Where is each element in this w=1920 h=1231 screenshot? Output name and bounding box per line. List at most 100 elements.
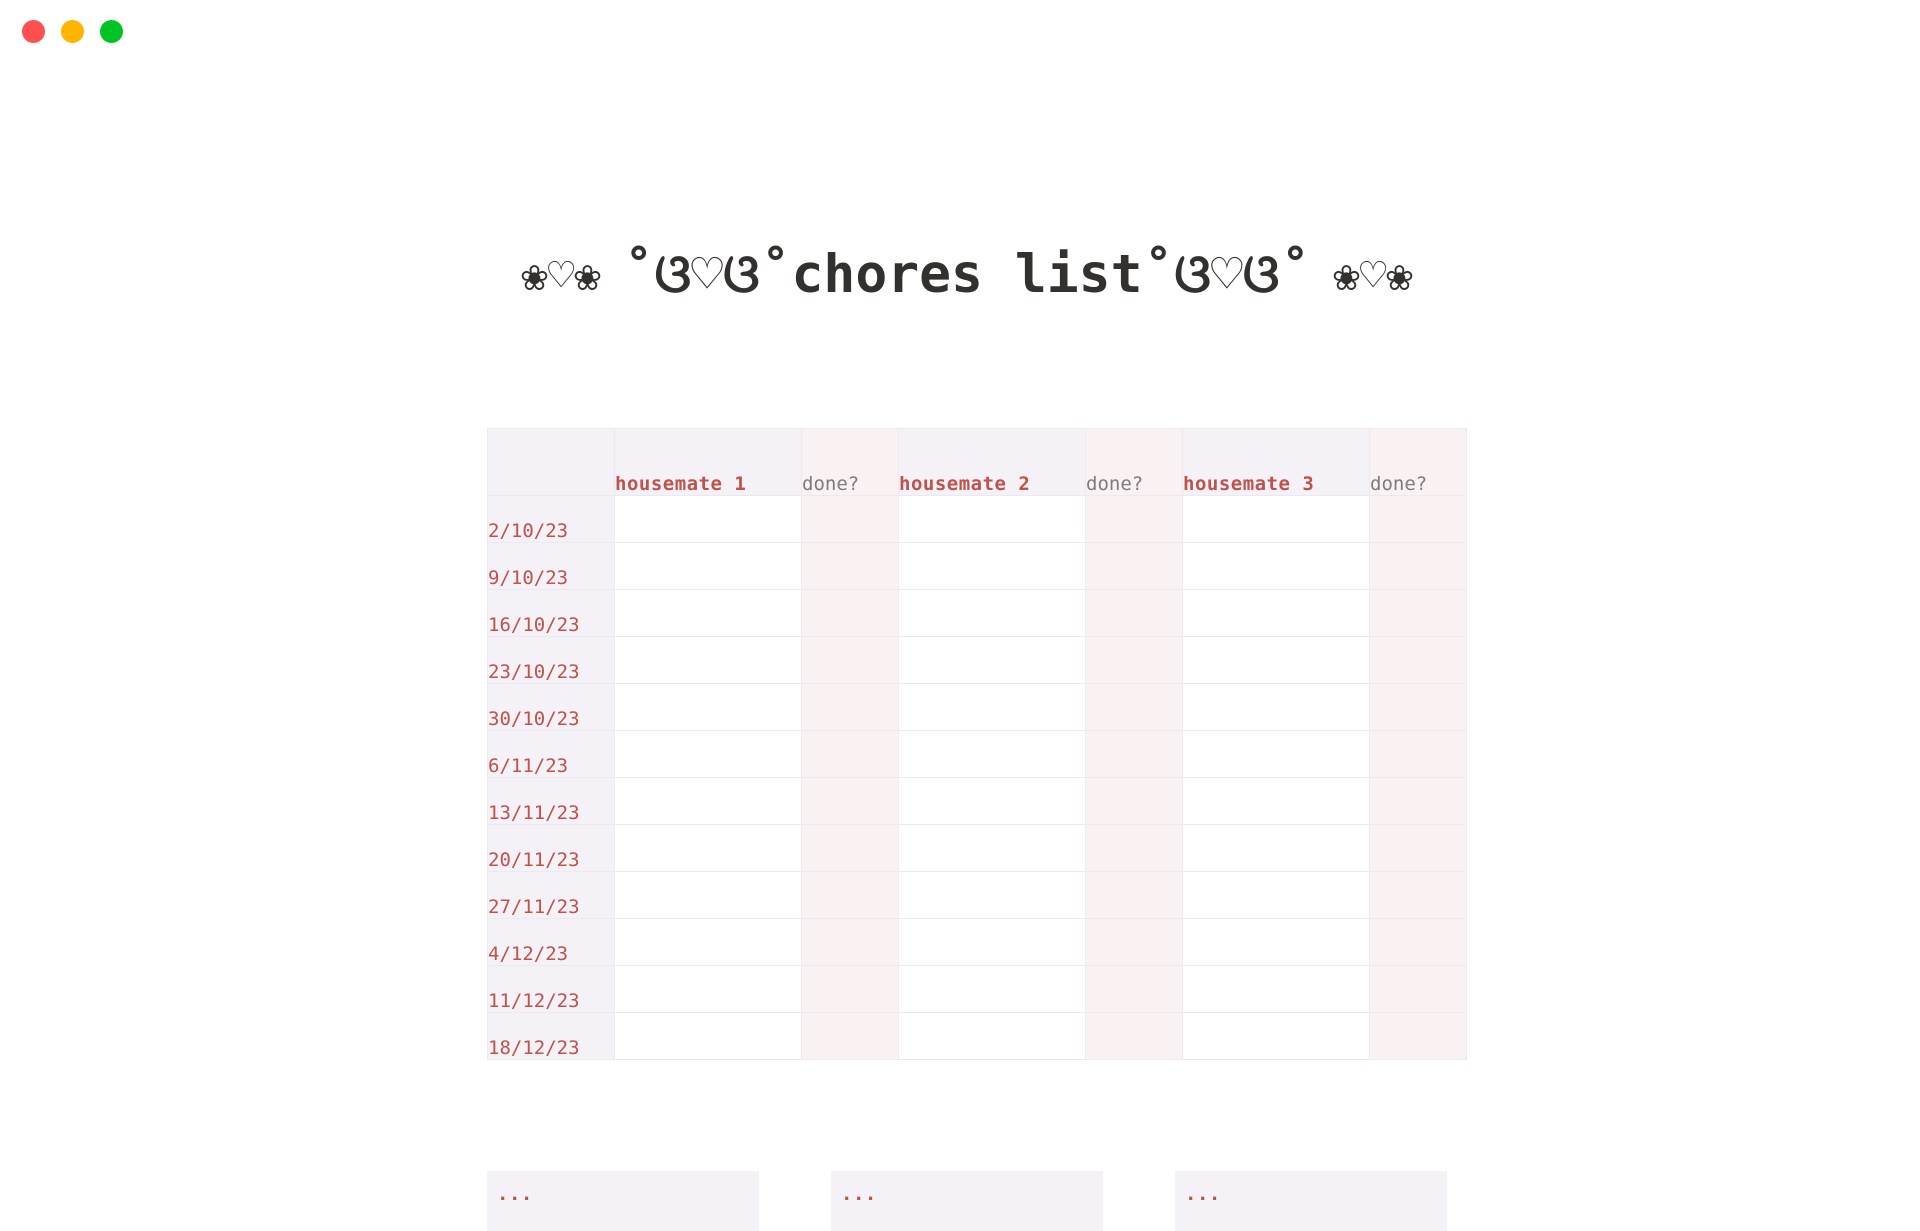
chore-cell-house-2[interactable] xyxy=(898,636,1086,684)
chore-cell-house-3[interactable] xyxy=(1182,965,1370,1013)
done-cell-house-2[interactable] xyxy=(1085,683,1183,731)
done-cell-house-2[interactable] xyxy=(1085,871,1183,919)
chore-cell-house-2[interactable] xyxy=(898,730,1086,778)
done-cell-house-2[interactable] xyxy=(1085,824,1183,872)
done-cell-house-2[interactable] xyxy=(1085,542,1183,590)
done-cell-house-3[interactable] xyxy=(1369,1012,1467,1060)
done-cell-house-1[interactable] xyxy=(801,542,899,590)
chore-cell-house-1[interactable] xyxy=(614,636,802,684)
chore-cell-house-3[interactable] xyxy=(1182,589,1370,637)
done-cell-house-1[interactable] xyxy=(801,683,899,731)
chore-cell-house-1[interactable] xyxy=(614,918,802,966)
chore-cell-house-1[interactable] xyxy=(614,965,802,1013)
chore-cell-house-1[interactable] xyxy=(614,589,802,637)
chore-cell-house-3[interactable] xyxy=(1182,777,1370,825)
done-cell-house-2[interactable] xyxy=(1085,589,1183,637)
done-cell-house-3[interactable] xyxy=(1369,636,1467,684)
chore-cell-house-1[interactable] xyxy=(614,495,802,543)
table-row: 2/10/23 xyxy=(487,495,1467,543)
done-cell-house-2[interactable] xyxy=(1085,1012,1183,1060)
table-row: 16/10/23 xyxy=(487,589,1467,637)
done-cell-house-3[interactable] xyxy=(1369,777,1467,825)
note-box-1-title: ... xyxy=(497,1183,533,1205)
chore-cell-house-2[interactable] xyxy=(898,1012,1086,1060)
done-cell-house-1[interactable] xyxy=(801,965,899,1013)
table-row: 6/11/23 xyxy=(487,730,1467,778)
chore-cell-house-3[interactable] xyxy=(1182,918,1370,966)
row-date-cell: 18/12/23 xyxy=(487,1012,615,1060)
chore-cell-house-3[interactable] xyxy=(1182,824,1370,872)
chore-cell-house-3[interactable] xyxy=(1182,542,1370,590)
chore-cell-house-1[interactable] xyxy=(614,1012,802,1060)
minimize-window-button[interactable] xyxy=(61,19,84,43)
done-cell-house-1[interactable] xyxy=(801,636,899,684)
done-cell-house-2[interactable] xyxy=(1085,730,1183,778)
chore-cell-house-2[interactable] xyxy=(898,965,1086,1013)
note-box-3-title: ... xyxy=(1185,1183,1221,1205)
page-title-text: chores list xyxy=(791,244,1143,305)
chore-cell-house-2[interactable] xyxy=(898,589,1086,637)
done-cell-house-2[interactable] xyxy=(1085,636,1183,684)
chore-cell-house-1[interactable] xyxy=(614,777,802,825)
table-header-row: housemate 1 done? housemate 2 done? hous… xyxy=(487,428,1467,496)
done-cell-house-3[interactable] xyxy=(1369,918,1467,966)
chores-table: housemate 1 done? housemate 2 done? hous… xyxy=(487,428,1467,1060)
done-cell-house-3[interactable] xyxy=(1369,824,1467,872)
done-cell-house-1[interactable] xyxy=(801,1012,899,1060)
maximize-window-button[interactable] xyxy=(100,19,123,43)
chore-cell-house-3[interactable] xyxy=(1182,730,1370,778)
chore-cell-house-3[interactable] xyxy=(1182,683,1370,731)
chore-cell-house-1[interactable] xyxy=(614,824,802,872)
chore-cell-house-2[interactable] xyxy=(898,495,1086,543)
chore-cell-house-2[interactable] xyxy=(898,824,1086,872)
table-row: 18/12/23 xyxy=(487,1012,1467,1060)
chore-cell-house-3[interactable] xyxy=(1182,495,1370,543)
table-row: 30/10/23 xyxy=(487,683,1467,731)
chore-cell-house-3[interactable] xyxy=(1182,1012,1370,1060)
note-box-1[interactable]: ... xyxy=(487,1171,759,1231)
table-row: 23/10/23 xyxy=(487,636,1467,684)
column-header-housemate-2: housemate 2 xyxy=(898,428,1086,496)
flower-heart-left-decoration: ❀♡❀ xyxy=(521,250,601,301)
notes-row: ... ... ... xyxy=(487,1171,1447,1231)
done-cell-house-2[interactable] xyxy=(1085,918,1183,966)
chore-cell-house-2[interactable] xyxy=(898,683,1086,731)
done-cell-house-1[interactable] xyxy=(801,495,899,543)
chore-cell-house-3[interactable] xyxy=(1182,871,1370,919)
close-window-button[interactable] xyxy=(22,19,45,43)
column-header-done-3: done? xyxy=(1369,428,1467,496)
chore-cell-house-3[interactable] xyxy=(1182,636,1370,684)
done-cell-house-1[interactable] xyxy=(801,824,899,872)
note-box-3[interactable]: ... xyxy=(1175,1171,1447,1231)
chore-cell-house-2[interactable] xyxy=(898,777,1086,825)
done-cell-house-3[interactable] xyxy=(1369,495,1467,543)
chore-cell-house-2[interactable] xyxy=(898,918,1086,966)
table-header: housemate 1 done? housemate 2 done? hous… xyxy=(487,428,1467,496)
done-cell-house-1[interactable] xyxy=(801,777,899,825)
note-box-2[interactable]: ... xyxy=(831,1171,1103,1231)
done-cell-house-3[interactable] xyxy=(1369,871,1467,919)
chore-cell-house-2[interactable] xyxy=(898,871,1086,919)
chore-cell-house-1[interactable] xyxy=(614,542,802,590)
done-cell-house-2[interactable] xyxy=(1085,495,1183,543)
done-cell-house-1[interactable] xyxy=(801,871,899,919)
done-cell-house-2[interactable] xyxy=(1085,777,1183,825)
window-chrome xyxy=(0,0,1920,62)
row-date-cell: 23/10/23 xyxy=(487,636,615,684)
done-cell-house-3[interactable] xyxy=(1369,542,1467,590)
done-cell-house-1[interactable] xyxy=(801,918,899,966)
done-cell-house-3[interactable] xyxy=(1369,683,1467,731)
row-date-cell: 13/11/23 xyxy=(487,777,615,825)
chore-cell-house-1[interactable] xyxy=(614,871,802,919)
column-header-housemate-1: housemate 1 xyxy=(614,428,802,496)
chore-cell-house-1[interactable] xyxy=(614,683,802,731)
done-cell-house-3[interactable] xyxy=(1369,730,1467,778)
done-cell-house-3[interactable] xyxy=(1369,965,1467,1013)
done-cell-house-3[interactable] xyxy=(1369,589,1467,637)
done-cell-house-1[interactable] xyxy=(801,589,899,637)
chore-cell-house-1[interactable] xyxy=(614,730,802,778)
done-cell-house-1[interactable] xyxy=(801,730,899,778)
note-box-2-title: ... xyxy=(841,1183,877,1205)
done-cell-house-2[interactable] xyxy=(1085,965,1183,1013)
chore-cell-house-2[interactable] xyxy=(898,542,1086,590)
